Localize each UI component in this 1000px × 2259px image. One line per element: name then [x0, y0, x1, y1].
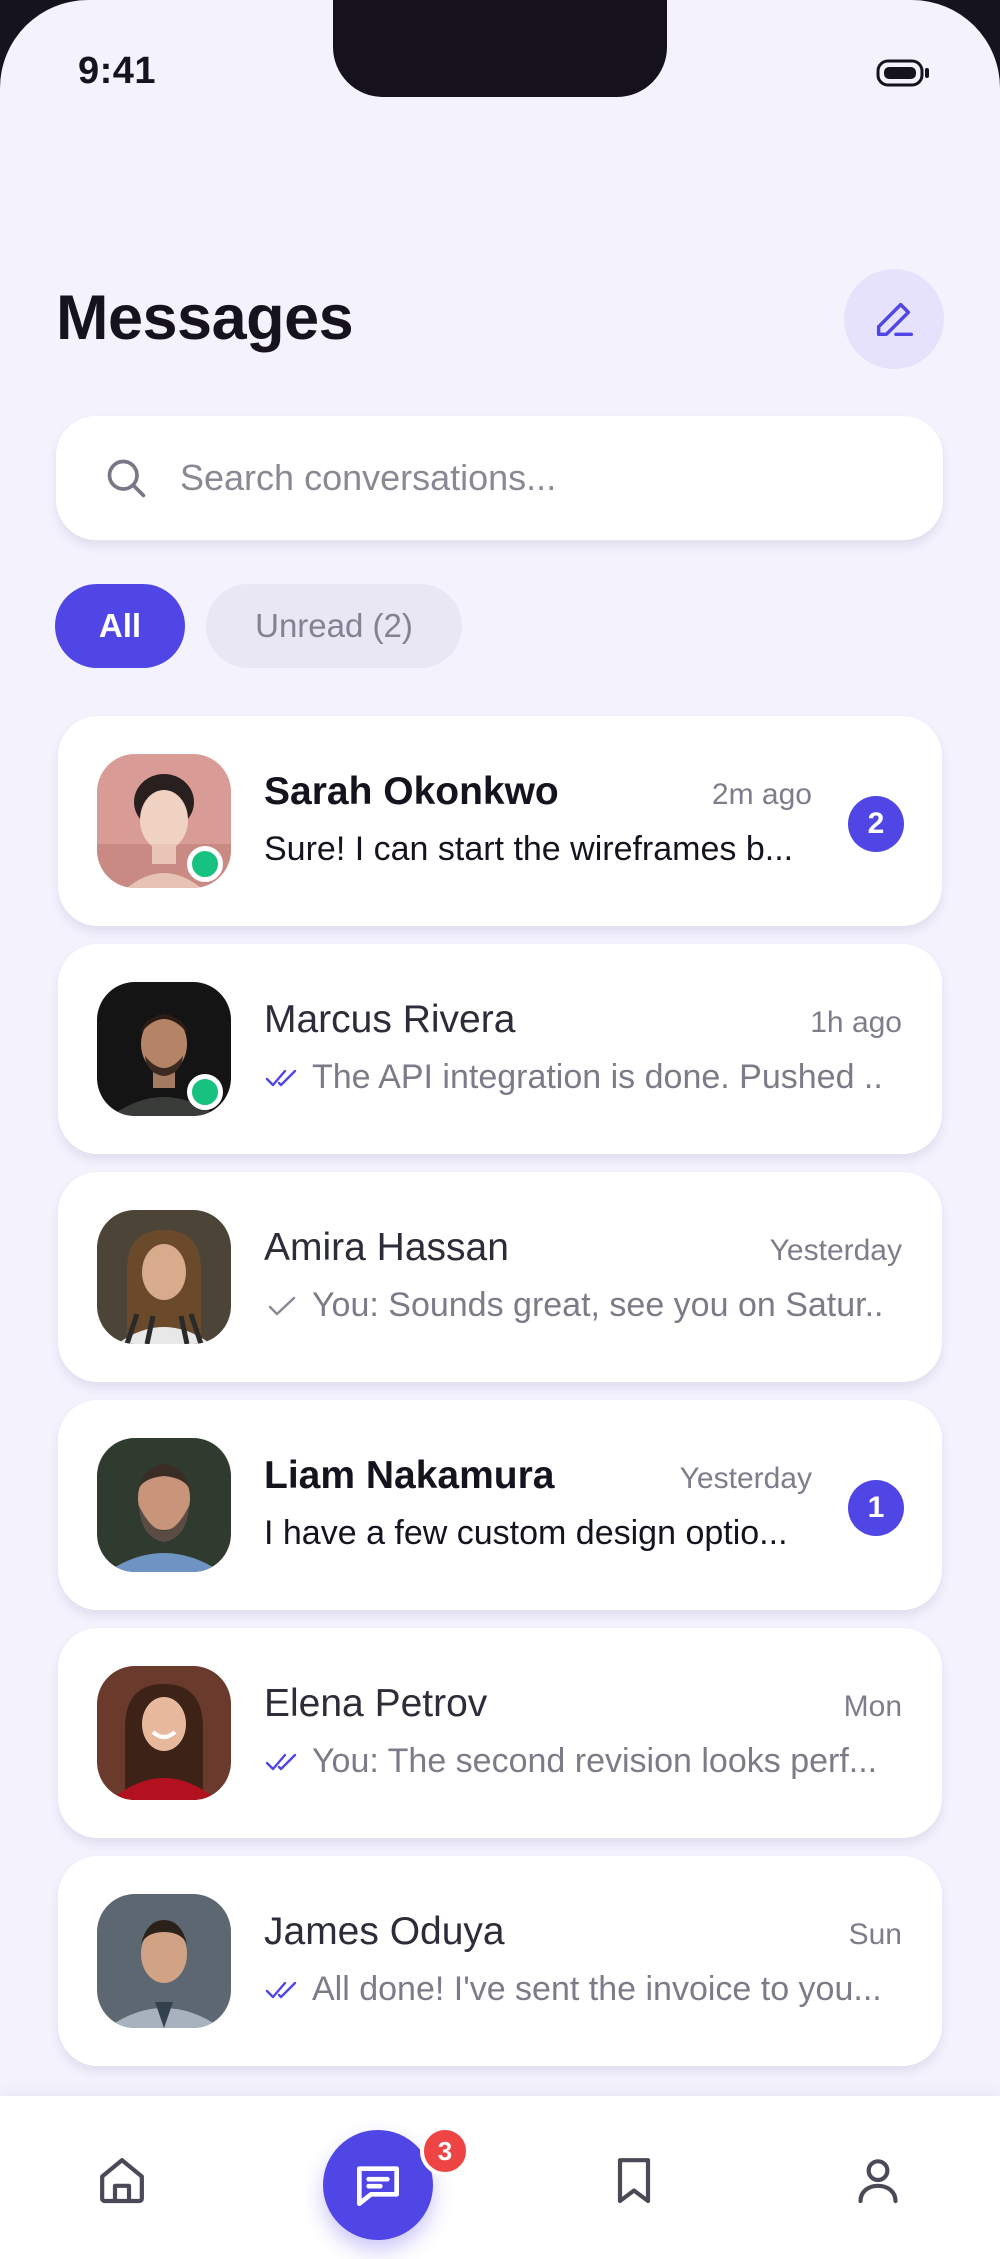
- conversation-item[interactable]: Amira Hassan Yesterday You: Sounds great…: [58, 1172, 942, 1382]
- contact-name: Elena Petrov: [264, 1682, 488, 1725]
- double-check-icon: [265, 1981, 297, 1998]
- filter-chip-all[interactable]: All: [55, 584, 185, 668]
- message-preview-text: You: Sounds great, see you on Satur...: [312, 1286, 884, 1324]
- conversation-item[interactable]: Liam Nakamura Yesterday I have a few cus…: [58, 1400, 942, 1610]
- avatar: [97, 1438, 231, 1572]
- compose-button[interactable]: [844, 269, 944, 369]
- home-icon: [100, 2158, 144, 2204]
- unread-badge: 2: [848, 796, 904, 852]
- message-time: 1h ago: [810, 1006, 902, 1039]
- nav-saved[interactable]: [604, 2150, 664, 2210]
- message-time: 2m ago: [711, 778, 812, 811]
- double-check-icon: [265, 1753, 297, 1770]
- online-indicator: [187, 1074, 223, 1110]
- message-preview: All done! I've sent the invoice to you..…: [264, 1970, 884, 2009]
- messages-count-badge: 3: [420, 2126, 470, 2176]
- message-preview-text: The API integration is done. Pushed ...: [312, 1058, 884, 1096]
- pencil-icon: [876, 302, 913, 337]
- search-bar[interactable]: [56, 416, 943, 540]
- bookmark-icon: [617, 2158, 651, 2204]
- contact-name: Liam Nakamura: [264, 1454, 555, 1497]
- double-check-icon: [265, 1069, 297, 1086]
- contact-name: Amira Hassan: [264, 1226, 509, 1269]
- conversation-item[interactable]: James Oduya Sun All done! I've sent the …: [58, 1856, 942, 2066]
- contact-name: James Oduya: [264, 1910, 505, 1953]
- battery-icon: [876, 59, 929, 87]
- message-preview: You: Sounds great, see you on Satur...: [264, 1286, 884, 1325]
- search-icon: [107, 459, 146, 498]
- user-icon: [858, 2159, 898, 2204]
- contact-name: Sarah Okonkwo: [264, 770, 559, 813]
- message-preview-text: You: The second revision looks perf...: [312, 1742, 878, 1780]
- camera-notch: [333, 0, 667, 97]
- avatar: [97, 1894, 231, 2028]
- avatar: [97, 1666, 231, 1800]
- online-indicator: [187, 846, 223, 882]
- message-time: Sun: [848, 1918, 902, 1951]
- search-input[interactable]: [180, 442, 900, 514]
- contact-name: Marcus Rivera: [264, 998, 516, 1041]
- message-preview: I have a few custom design optio...: [264, 1514, 804, 1553]
- nav-home[interactable]: [92, 2150, 152, 2210]
- check-icon: [268, 1296, 296, 1315]
- avatar: [97, 1210, 231, 1344]
- page-title: Messages: [56, 283, 354, 353]
- phone-screen: 9:41 Messages All Unread (2): [0, 0, 1000, 2259]
- message-preview: You: The second revision looks perf...: [264, 1742, 884, 1781]
- message-time: Yesterday: [769, 1234, 902, 1267]
- message-preview: Sure! I can start the wireframes b...: [264, 830, 804, 869]
- nav-profile[interactable]: [848, 2150, 908, 2210]
- status-time: 9:41: [78, 50, 157, 92]
- unread-badge: 1: [848, 1480, 904, 1536]
- conversation-item[interactable]: Marcus Rivera 1h ago The API integration…: [58, 944, 942, 1154]
- message-preview-text: Sure! I can start the wireframes b...: [264, 830, 794, 868]
- message-preview: The API integration is done. Pushed ...: [264, 1058, 884, 1097]
- message-preview-text: All done! I've sent the invoice to you..…: [312, 1970, 882, 2008]
- message-time: Mon: [843, 1690, 902, 1723]
- conversation-item[interactable]: Elena Petrov Mon You: The second revisio…: [58, 1628, 942, 1838]
- conversation-item[interactable]: Sarah Okonkwo 2m ago Sure! I can start t…: [58, 716, 942, 926]
- message-preview-text: I have a few custom design optio...: [264, 1514, 788, 1552]
- filter-chip-unread[interactable]: Unread (2): [206, 584, 462, 668]
- bottom-navigation: 3: [0, 2096, 1000, 2259]
- chat-bubble-icon: [357, 2166, 399, 2206]
- message-time: Yesterday: [679, 1462, 812, 1495]
- nav-messages[interactable]: [323, 2130, 433, 2240]
